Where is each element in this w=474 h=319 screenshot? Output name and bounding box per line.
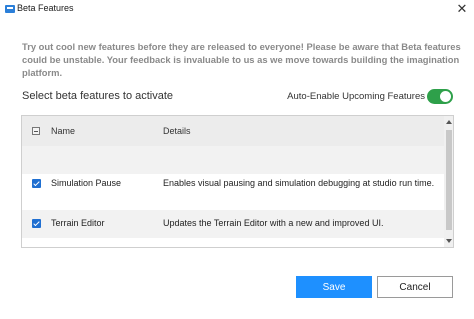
toggle-knob (440, 91, 451, 102)
feature-details: Enables visual pausing and simulation de… (163, 178, 435, 188)
title-bar: Beta Features ✕ (0, 0, 474, 18)
feature-checkbox[interactable] (32, 179, 41, 188)
save-button[interactable]: Save (296, 276, 372, 298)
column-header-name: Name (51, 126, 76, 136)
intro-text: Try out cool new features before they ar… (22, 41, 461, 78)
feature-checkbox[interactable] (32, 219, 41, 228)
arrow-up-icon (446, 120, 452, 124)
scroll-thumb[interactable] (446, 130, 452, 230)
feature-name: Terrain Editor (51, 218, 105, 228)
feature-details: Updates the Terrain Editor with a new an… (163, 218, 384, 228)
arrow-down-icon (446, 239, 452, 243)
feature-name: Simulation Pause (51, 178, 122, 188)
beta-features-table: Name Details Simulation Pause Enables vi… (21, 115, 454, 248)
scroll-up-button[interactable] (444, 116, 453, 128)
studio-app-icon (5, 5, 15, 13)
column-header-details: Details (163, 126, 191, 136)
select-all-checkbox[interactable] (32, 127, 40, 135)
auto-enable-label: Auto-Enable Upcoming Features (287, 91, 425, 102)
auto-enable-toggle[interactable] (427, 89, 453, 104)
table-header: Name Details (22, 116, 444, 146)
cancel-button[interactable]: Cancel (377, 276, 453, 298)
close-icon[interactable]: ✕ (452, 0, 472, 18)
table-row[interactable]: Simulation Pause Enables visual pausing … (22, 170, 444, 198)
scroll-down-button[interactable] (444, 235, 453, 247)
vertical-scrollbar[interactable] (444, 116, 453, 247)
window-title: Beta Features (17, 3, 74, 13)
table-row[interactable]: Terrain Editor Updates the Terrain Edito… (22, 210, 444, 238)
select-heading: Select beta features to activate (22, 90, 174, 102)
